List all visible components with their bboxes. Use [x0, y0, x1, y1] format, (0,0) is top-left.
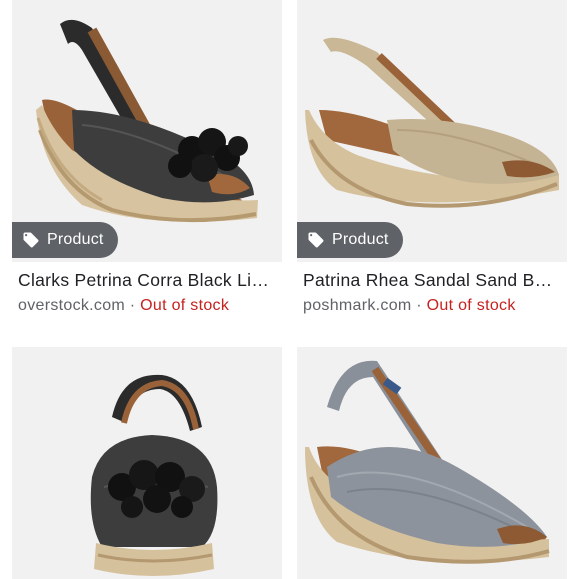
product-title[interactable]: Clarks Petrina Corra Black Lin… — [18, 270, 276, 291]
badge-label: Product — [47, 231, 104, 248]
meta-separator: · — [125, 297, 141, 314]
stock-status: Out of stock — [426, 297, 516, 314]
product-title[interactable]: Patrina Rhea Sandal Sand Bei… — [303, 270, 561, 291]
meta-separator: · — [411, 297, 427, 314]
product-image-4[interactable] — [297, 347, 567, 579]
tag-icon — [308, 232, 324, 248]
stock-status: Out of stock — [140, 297, 230, 314]
badge-label: Product — [332, 231, 389, 248]
product-badge: Product — [297, 222, 403, 258]
product-image-3[interactable] — [12, 347, 282, 579]
product-meta: overstock.com · Out of stock — [18, 297, 229, 315]
black-flower-wedge-sandal-image — [90, 374, 218, 576]
product-image-1[interactable]: Product — [12, 0, 282, 262]
tag-icon — [23, 232, 39, 248]
source-site: overstock.com — [18, 297, 126, 314]
product-badge: Product — [12, 222, 118, 258]
grey-denim-wedge-sandal-image — [305, 360, 550, 564]
product-image-2[interactable]: Product — [297, 0, 567, 262]
product-meta: poshmark.com · Out of stock — [303, 297, 516, 315]
source-site: poshmark.com — [303, 297, 412, 314]
